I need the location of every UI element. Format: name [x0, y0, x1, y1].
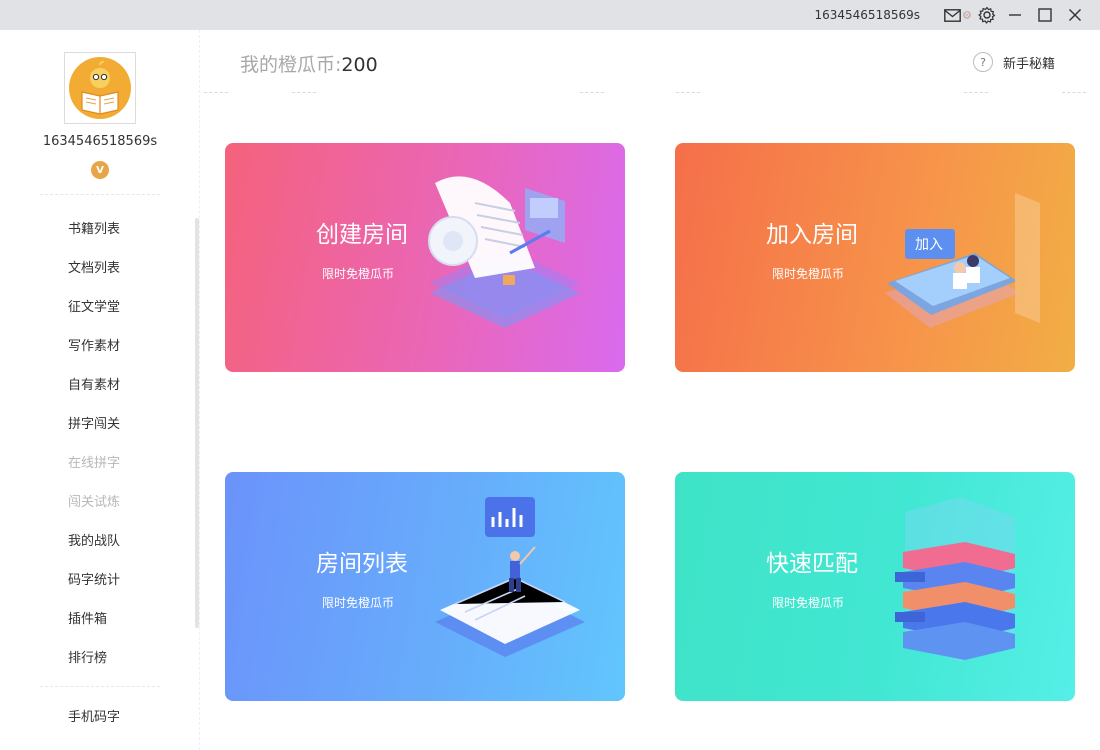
sidebar-item-online-typing[interactable]: 在线拼字 — [0, 444, 200, 483]
server-stack-illustration — [895, 497, 1015, 662]
room-list-title: 房间列表 — [316, 551, 408, 577]
room-list-subtitle: 限时免橙瓜币 — [322, 596, 395, 610]
coin-balance: 我的橙瓜币:200 — [240, 50, 378, 77]
question-icon: ? — [973, 52, 993, 72]
sidebar: 1634546518569s V 书籍列表 文档列表 征文学堂 写作素材 自有素… — [0, 30, 200, 750]
mail-badge: 0 — [963, 11, 971, 19]
sidebar-item-essay-school[interactable]: 征文学堂 — [0, 288, 200, 327]
create-room-subtitle: 限时免橙瓜币 — [322, 267, 395, 281]
room-list-card[interactable]: 房间列表 限时免橙瓜币 — [225, 472, 625, 701]
minimize-icon[interactable] — [1002, 4, 1028, 26]
divider — [40, 686, 160, 687]
create-room-card[interactable]: 创建房间 限时免橙瓜币 — [225, 143, 625, 372]
beginner-guide-label: 新手秘籍 — [1003, 56, 1056, 72]
mail-icon[interactable] — [941, 4, 963, 26]
sidebar-item-plugin-box[interactable]: 插件箱 — [0, 600, 200, 639]
sidebar-item-word-stats[interactable]: 码字统计 — [0, 561, 200, 600]
join-room-title: 加入房间 — [766, 222, 858, 248]
sidebar-item-challenge-trial[interactable]: 闯关试炼 — [0, 483, 200, 522]
sidebar-item-typing-challenge[interactable]: 拼字闯关 — [0, 405, 200, 444]
join-phone-illustration: 加入 — [885, 193, 1040, 328]
reader-avatar-icon — [69, 57, 131, 119]
avatar[interactable] — [64, 52, 136, 124]
sidebar-nav: 书籍列表 文档列表 征文学堂 写作素材 自有素材 拼字闯关 在线拼字 闯关试炼 … — [0, 210, 200, 678]
sidebar-border — [199, 30, 200, 750]
title-bar: 1634546518569s 0 — [0, 0, 1100, 30]
maximize-icon[interactable] — [1032, 4, 1058, 26]
titlebar-username: 1634546518569s — [814, 8, 920, 22]
sidebar-item-writing-material[interactable]: 写作素材 — [0, 327, 200, 366]
quick-match-title: 快速匹配 — [766, 551, 858, 577]
document-scroll-illustration — [428, 176, 580, 328]
sidebar-item-leaderboard[interactable]: 排行榜 — [0, 639, 200, 678]
close-icon[interactable] — [1062, 4, 1088, 26]
vip-badge: V — [91, 161, 109, 179]
beginner-guide-link[interactable]: ? 新手秘籍 — [973, 52, 1055, 72]
divider — [40, 194, 160, 195]
sidebar-item-own-material[interactable]: 自有素材 — [0, 366, 200, 405]
quick-match-card[interactable]: 快速匹配 限时免橙瓜币 — [675, 472, 1075, 701]
coin-balance-label: 我的橙瓜币: — [240, 54, 342, 76]
sidebar-item-my-team[interactable]: 我的战队 — [0, 522, 200, 561]
join-badge: 加入 — [915, 237, 943, 253]
quick-match-subtitle: 限时免橙瓜币 — [772, 596, 845, 610]
stacked-papers-illustration — [435, 497, 585, 657]
sidebar-username: 1634546518569s — [42, 134, 158, 149]
join-room-card[interactable]: 加入 加入房间 限时免橙瓜币 — [675, 143, 1075, 372]
header-divider — [200, 92, 1100, 93]
gear-icon[interactable] — [976, 4, 998, 26]
coin-balance-value: 200 — [341, 54, 378, 76]
join-room-subtitle: 限时免橙瓜币 — [772, 267, 845, 281]
create-room-title: 创建房间 — [316, 222, 408, 248]
sidebar-item-mobile-typing[interactable]: 手机码字 — [0, 698, 200, 738]
sidebar-item-doc-list[interactable]: 文档列表 — [0, 249, 200, 288]
sidebar-item-book-list[interactable]: 书籍列表 — [0, 210, 200, 249]
